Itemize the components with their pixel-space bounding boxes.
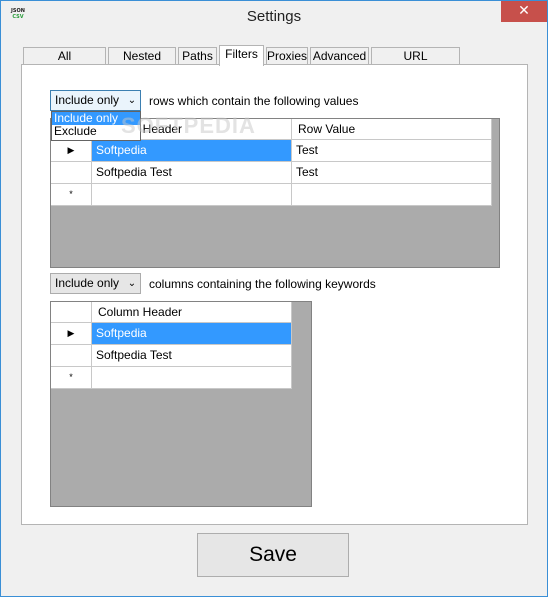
column-filter-mode-value: Include only bbox=[55, 276, 120, 290]
row-selector[interactable]: ▶ bbox=[51, 140, 92, 162]
new-row-selector[interactable]: * bbox=[51, 367, 92, 389]
table-cell[interactable]: Softpedia Test bbox=[92, 162, 292, 184]
row-header-corner bbox=[51, 302, 92, 323]
tab-all-conversions[interactable]: All Conversions bbox=[23, 47, 106, 80]
close-icon: ✕ bbox=[518, 3, 530, 19]
table-cell[interactable]: Test bbox=[292, 140, 492, 162]
table-cell[interactable]: Softpedia bbox=[92, 140, 292, 162]
table-cell[interactable] bbox=[292, 184, 492, 206]
tab-filters[interactable]: Filters bbox=[219, 45, 264, 66]
chevron-down-icon: ⌄ bbox=[127, 95, 137, 106]
table-cell[interactable]: Softpedia Test bbox=[92, 345, 292, 367]
table-cell[interactable] bbox=[92, 367, 292, 389]
chevron-down-icon: ⌄ bbox=[127, 278, 137, 289]
row-selector[interactable]: ▶ bbox=[51, 323, 92, 345]
column-filter-mode-select[interactable]: Include only ⌄ bbox=[50, 273, 141, 294]
tab-url-conversions[interactable]: URL conversions bbox=[371, 47, 460, 80]
tab-nested-data[interactable]: Nested Data bbox=[108, 47, 176, 80]
row-selector[interactable] bbox=[51, 162, 92, 184]
row-filter-mode-select[interactable]: Include only ⌄ bbox=[50, 90, 141, 111]
save-button[interactable]: Save bbox=[197, 533, 349, 577]
row-filter-mode-value: Include only bbox=[55, 93, 120, 107]
tab-paths[interactable]: Paths bbox=[178, 47, 217, 65]
window-title: Settings bbox=[246, 8, 302, 25]
table-cell[interactable]: Test bbox=[292, 162, 492, 184]
column-header-cell[interactable]: Column Header bbox=[92, 302, 292, 323]
table-cell[interactable] bbox=[92, 184, 292, 206]
row-filter-label: rows which contain the following values bbox=[149, 94, 359, 108]
row-selector[interactable] bbox=[51, 345, 92, 367]
settings-window: JSON CSV Settings ✕ All Conversions Nest… bbox=[0, 0, 548, 597]
watermark: SOFTPEDIA bbox=[121, 113, 256, 138]
row-value-header-cell[interactable]: Row Value bbox=[292, 119, 492, 140]
column-filter-grid[interactable]: Column Header ▶ Softpedia Softpedia Test… bbox=[50, 301, 312, 507]
table-cell[interactable]: Softpedia bbox=[92, 323, 292, 345]
close-button[interactable]: ✕ bbox=[501, 1, 547, 22]
column-filter-label: columns containing the following keyword… bbox=[149, 277, 376, 291]
tab-proxies[interactable]: Proxies bbox=[266, 47, 308, 65]
new-row-selector[interactable]: * bbox=[51, 184, 92, 206]
tab-advanced[interactable]: Advanced bbox=[310, 47, 369, 65]
title-bar[interactable]: JSON CSV Settings ✕ bbox=[1, 1, 547, 32]
